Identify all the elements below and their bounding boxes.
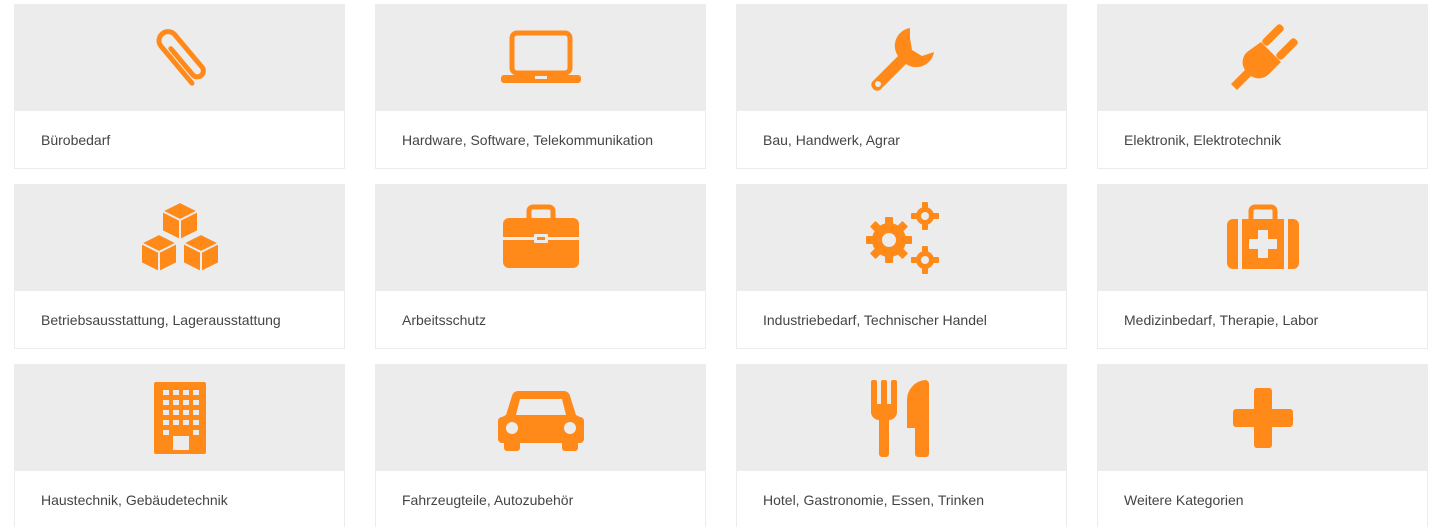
cubes-icon xyxy=(139,201,220,273)
card-icon-area xyxy=(15,5,344,111)
category-grid: Bürobedarf Hardware, Software, Telekommu… xyxy=(0,0,1433,527)
category-card-bau[interactable]: Bau, Handwerk, Agrar xyxy=(736,4,1067,169)
card-icon-area xyxy=(376,365,705,471)
card-icon-area xyxy=(737,5,1066,111)
category-label: Bau, Handwerk, Agrar xyxy=(763,132,900,148)
card-icon-area xyxy=(737,365,1066,471)
category-label: Betriebsausstattung, Lagerausstattung xyxy=(41,312,281,328)
category-card-hotel[interactable]: Hotel, Gastronomie, Essen, Trinken xyxy=(736,364,1067,527)
category-label: Industriebedarf, Technischer Handel xyxy=(763,312,987,328)
category-card-elektronik[interactable]: Elektronik, Elektrotechnik xyxy=(1097,4,1428,169)
card-icon-area xyxy=(376,5,705,111)
category-card-industriebedarf[interactable]: Industriebedarf, Technischer Handel xyxy=(736,184,1067,349)
plus-icon xyxy=(1232,388,1293,448)
card-icon-area xyxy=(1098,365,1427,471)
category-label: Fahrzeugteile, Autozubehör xyxy=(402,492,574,508)
toolbox-icon xyxy=(502,204,579,268)
category-card-arbeitsschutz[interactable]: Arbeitsschutz xyxy=(375,184,706,349)
category-label: Hardware, Software, Telekommunikation xyxy=(402,132,654,148)
plug-icon xyxy=(1230,24,1298,90)
card-icon-area xyxy=(376,185,705,291)
category-label: Bürobedarf xyxy=(41,132,111,148)
category-card-haustechnik[interactable]: Haustechnik, Gebäudetechnik xyxy=(14,364,345,527)
card-icon-area xyxy=(1098,185,1427,291)
car-icon xyxy=(497,390,584,451)
category-card-betriebsausstattung[interactable]: Betriebsausstattung, Lagerausstattung xyxy=(14,184,345,349)
category-label: Haustechnik, Gebäudetechnik xyxy=(41,492,228,508)
gears-icon xyxy=(865,202,939,274)
category-card-buerobedarf[interactable]: Bürobedarf xyxy=(14,4,345,169)
laptop-icon xyxy=(500,30,581,83)
category-label: Hotel, Gastronomie, Essen, Trinken xyxy=(763,492,984,508)
category-card-weitere[interactable]: Weitere Kategorien xyxy=(1097,364,1428,527)
category-card-medizinbedarf[interactable]: Medizinbedarf, Therapie, Labor xyxy=(1097,184,1428,349)
category-label: Weitere Kategorien xyxy=(1124,492,1244,508)
category-card-fahrzeugteile[interactable]: Fahrzeugteile, Autozubehör xyxy=(375,364,706,527)
category-card-hardware[interactable]: Hardware, Software, Telekommunikation xyxy=(375,4,706,169)
category-label: Arbeitsschutz xyxy=(402,312,487,328)
wrench-icon xyxy=(870,28,934,91)
card-icon-area xyxy=(737,185,1066,291)
medkit-icon xyxy=(1226,204,1299,269)
card-icon-area xyxy=(1098,5,1427,111)
cutlery-icon xyxy=(870,380,929,457)
category-label: Medizinbedarf, Therapie, Labor xyxy=(1124,312,1319,328)
card-icon-area xyxy=(15,365,344,471)
building-icon xyxy=(153,382,206,454)
paperclip-icon xyxy=(156,29,206,86)
card-icon-area xyxy=(15,185,344,291)
category-label: Elektronik, Elektrotechnik xyxy=(1124,132,1282,148)
